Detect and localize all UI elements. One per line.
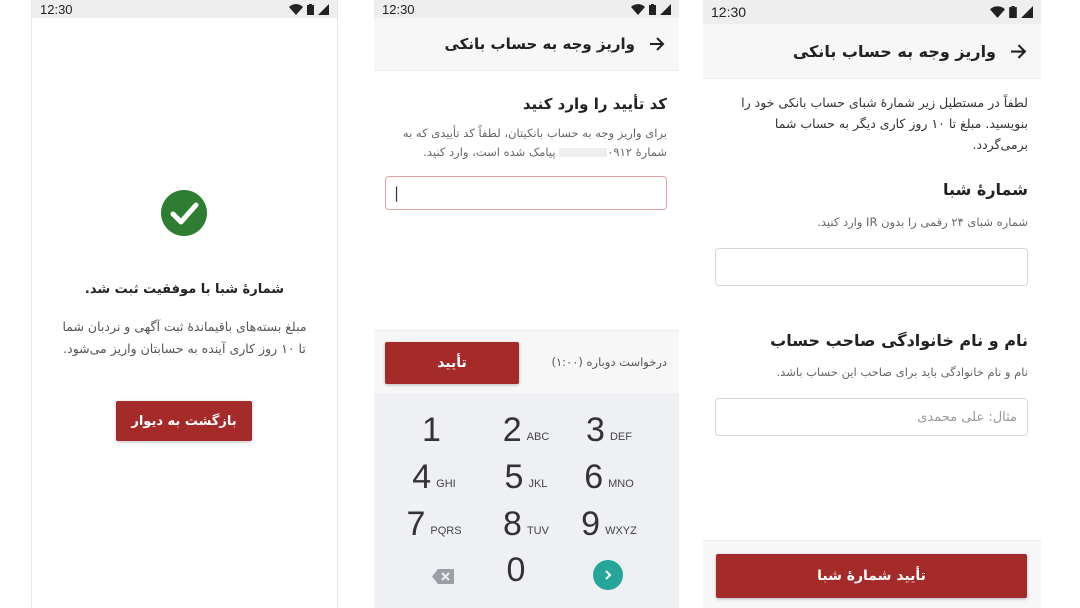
key-9[interactable]: 9 WXYZ <box>564 501 654 547</box>
account-holder-hint: نام و نام خانوادگی باید برای صاحب این حس… <box>776 365 1028 379</box>
key-letters: PQRS <box>430 525 462 537</box>
wifi-icon <box>990 6 1005 18</box>
key-digit: 9 <box>581 504 601 543</box>
confirm-button[interactable]: تأیید <box>385 342 519 384</box>
description-line: مبلغ بسته‌های باقیماندهٔ ثبت آگهی و نردب… <box>62 319 307 334</box>
wifi-icon <box>289 3 303 15</box>
status-icons <box>631 3 671 15</box>
key-letters: ABC <box>526 431 550 443</box>
key-digit: 8 <box>503 504 522 543</box>
sheba-input[interactable] <box>715 248 1028 286</box>
status-bar: 12:30 <box>703 0 1041 24</box>
verification-screen: 12:30 واریز وجه به حساب بانکی کد تأیید ر… <box>374 0 679 608</box>
key-digit: 7 <box>406 504 426 543</box>
confirm-sheba-button[interactable]: تأیید شمارهٔ شبا <box>716 554 1027 598</box>
account-holder-label: نام و نام خانوادگی صاحب حساب <box>770 331 1028 350</box>
key-digit: 4 <box>412 457 432 496</box>
toolbar-title: واریز وجه به حساب بانکی <box>444 35 636 53</box>
key-6[interactable]: 6 MNO <box>564 454 654 500</box>
masked-phone <box>559 148 608 157</box>
sheba-label: شمارهٔ شبا <box>943 180 1028 199</box>
key-letters: JKL <box>528 478 548 490</box>
key-1[interactable]: 1 <box>389 407 479 453</box>
status-time: 12:30 <box>711 4 747 20</box>
key-letters: WXYZ <box>605 525 637 537</box>
description-line: برای واریز وجه به حساب بانکیتان، لطفاً ک… <box>402 126 667 140</box>
backspace-icon <box>432 568 454 584</box>
signal-icon <box>318 3 329 15</box>
key-4[interactable]: 4 GHI <box>389 454 479 500</box>
success-title: شمارهٔ شبا با موفقیت ثبت شد. <box>84 282 285 297</box>
key-digit: 6 <box>584 457 604 496</box>
status-icons <box>289 3 329 15</box>
back-arrow-icon[interactable] <box>649 37 665 51</box>
key-letters: GHI <box>436 478 456 490</box>
status-bar: 12:30 <box>374 0 679 18</box>
back-arrow-icon[interactable] <box>1010 43 1027 59</box>
intro-text: لطفاً در مستطیل زیر شمارهٔ شبای حساب بان… <box>719 92 1028 155</box>
key-digit: 5 <box>504 457 524 496</box>
numeric-keypad: 1 2 ABC 3 DEF 4 GHI 5 JKL 6 MNO 7 PQRS 8 TUV 9W… <box>374 393 679 608</box>
status-time: 12:30 <box>40 1 73 17</box>
battery-icon <box>307 3 314 15</box>
intro-line: بنویسید. مبلغ تا ۱۰ روز کاری دیگر به حسا… <box>774 116 1028 152</box>
verification-code-input[interactable]: | <box>385 176 667 210</box>
status-icons <box>990 6 1033 18</box>
description-text: پیامک شده است، وارد کنید. <box>423 145 556 159</box>
key-letters: TUV <box>526 525 549 537</box>
signal-icon <box>1021 6 1033 18</box>
description-line: شمارهٔ ۰۹۱۲ پیامک شده است، وارد کنید. <box>398 143 667 162</box>
verification-description: برای واریز وجه به حساب بانکیتان، لطفاً ک… <box>398 124 667 162</box>
key-digit: 1 <box>422 410 441 449</box>
key-letters: MNO <box>608 478 634 490</box>
wifi-icon <box>631 3 645 15</box>
verification-heading: کد تأیید را وارد کنید <box>522 95 667 113</box>
description-line: تا ۱۰ روز کاری آینده به حسابتان واریز می… <box>63 341 306 356</box>
success-screen: 12:30 شمارهٔ شبا با موفقیت ثبت شد. مبلغ … <box>31 0 338 608</box>
account-holder-input[interactable]: مثال: علی محمدی <box>715 398 1028 436</box>
phone-number: ۰۹۱۲ <box>607 145 632 159</box>
success-description: مبلغ بسته‌های باقیماندهٔ ثبت آگهی و نردب… <box>50 316 319 360</box>
key-7[interactable]: 7 PQRS <box>389 501 479 547</box>
chevron-right-icon <box>593 560 623 590</box>
battery-icon <box>1009 6 1017 18</box>
key-8[interactable]: 8 TUV <box>481 501 571 547</box>
key-digit: 0 <box>506 550 526 589</box>
sheba-entry-screen: 12:30 واریز وجه به حساب بانکی لطفاً در م… <box>703 0 1041 608</box>
input-cursor: | <box>394 184 400 202</box>
key-3[interactable]: 3 DEF <box>564 407 654 453</box>
toolbar: واریز وجه به حساب بانکی <box>374 18 679 71</box>
status-bar: 12:30 <box>32 0 337 18</box>
sheba-hint: شماره شبای ۲۴ رقمی را بدون IR وارد کنید. <box>817 215 1028 229</box>
toolbar: واریز وجه به حساب بانکی <box>703 24 1041 79</box>
key-5[interactable]: 5 JKL <box>481 454 571 500</box>
key-letters: DEF <box>609 431 632 443</box>
status-time: 12:30 <box>382 1 415 17</box>
check-circle-icon <box>161 190 207 236</box>
resend-code-link[interactable]: درخواست دوباره (۱:۰۰) <box>551 355 667 369</box>
key-digit: 3 <box>586 410 605 449</box>
key-digit: 2 <box>502 410 522 449</box>
battery-icon <box>649 3 656 15</box>
toolbar-title: واریز وجه به حساب بانکی <box>792 41 996 61</box>
key-2[interactable]: 2 ABC <box>481 407 571 453</box>
keypad-enter-key[interactable] <box>563 552 653 598</box>
signal-icon <box>660 3 671 15</box>
key-0[interactable]: 0 <box>471 547 561 593</box>
intro-line: لطفاً در مستطیل زیر شمارهٔ شبای حساب بان… <box>741 95 1028 110</box>
footer-bar: تأیید شمارهٔ شبا <box>703 540 1041 608</box>
back-to-divar-button[interactable]: بازگشت به دیوار <box>116 401 252 441</box>
action-bar: تأیید درخواست دوباره (۱:۰۰) <box>374 330 679 394</box>
description-text: شمارهٔ <box>635 145 667 159</box>
